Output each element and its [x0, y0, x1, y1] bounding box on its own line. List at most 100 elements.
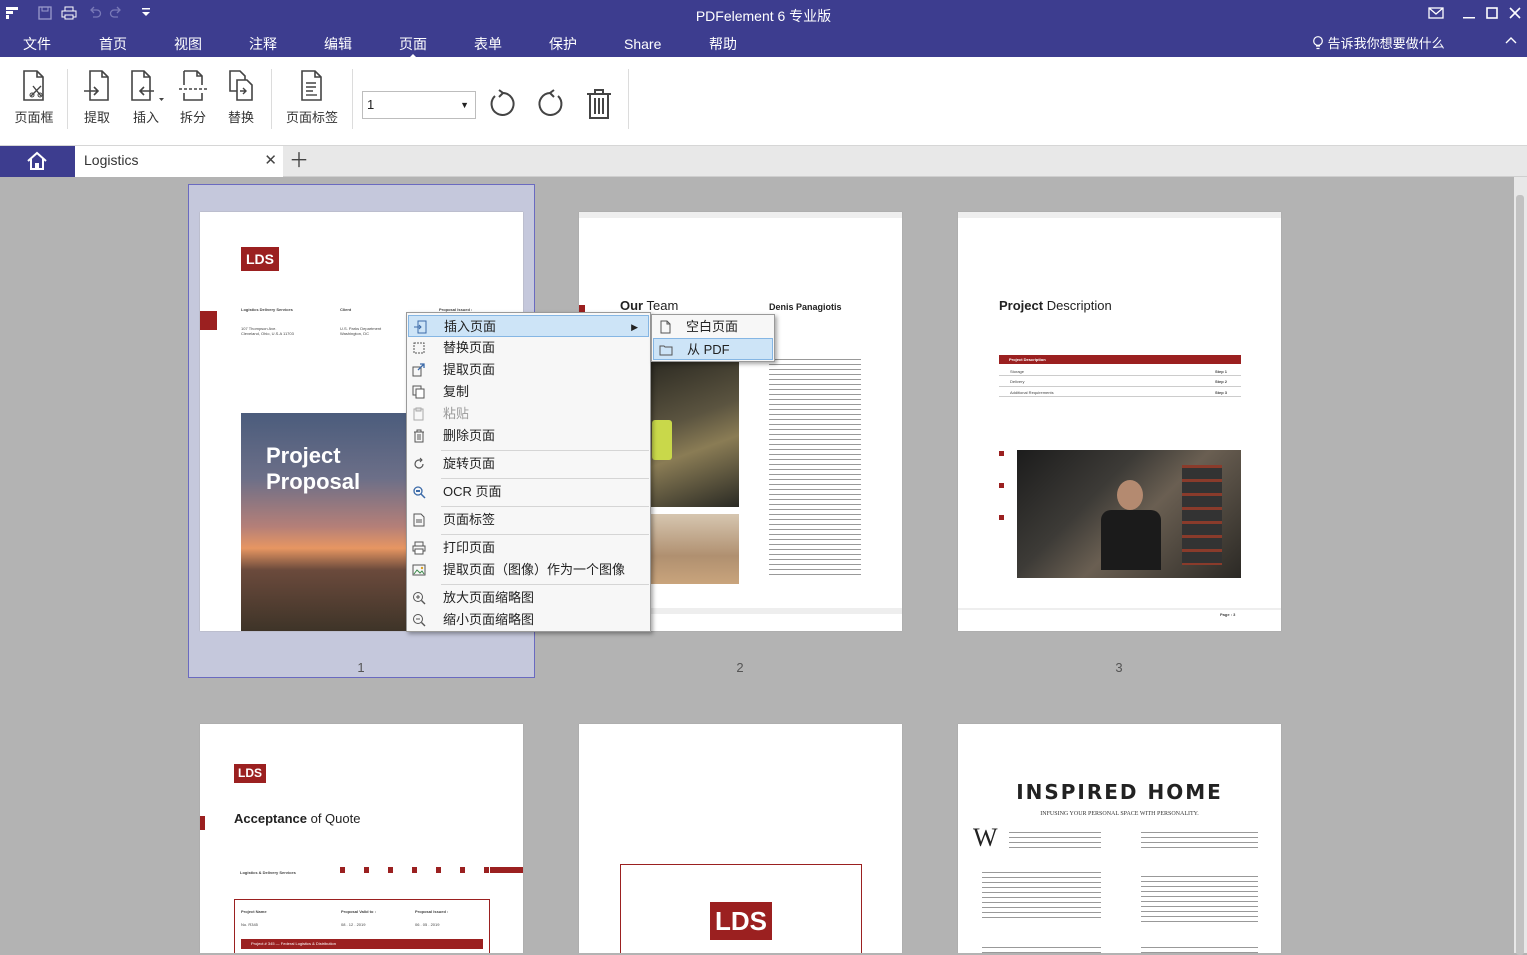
rotate-icon	[414, 457, 424, 469]
ctx-paste[interactable]: 粘贴	[408, 403, 649, 425]
chevron-down-icon: ▼	[460, 100, 469, 110]
cover-title: Project Proposal	[266, 443, 361, 494]
page-context-menu: 插入页面 ▶ 替换页面 提取页面 复制 粘贴 删除页面 旋转页面 OCR 页面 …	[406, 312, 651, 632]
undo-icon[interactable]	[87, 6, 103, 22]
page-label-icon	[301, 70, 322, 101]
print-icon[interactable]	[61, 6, 77, 22]
ctx-replace-page[interactable]: 替换页面	[408, 337, 649, 359]
redo-icon[interactable]	[108, 6, 124, 22]
document-tab[interactable]: Logistics ✕	[75, 146, 283, 177]
image-icon	[412, 564, 426, 576]
tell-me-search[interactable]: 告诉我你想要做什么	[1312, 33, 1445, 55]
folder-icon	[659, 345, 673, 356]
ctx-extract-as-image[interactable]: 提取页面（图像）作为一个图像	[408, 559, 649, 581]
print-icon	[412, 541, 426, 555]
page-thumbnail-5[interactable]: LDS	[579, 724, 902, 953]
rotate-left-icon	[490, 89, 515, 116]
ribbon-divider	[352, 69, 353, 129]
menu-page[interactable]: 页面	[399, 33, 427, 59]
ctx-zoom-out-thumbnail[interactable]: 缩小页面缩略图	[408, 609, 649, 631]
ocr-icon	[413, 486, 426, 499]
menu-divider	[441, 584, 649, 585]
replace-page-icon	[413, 342, 425, 354]
ribbon-divider	[67, 69, 68, 129]
rotate-right-button[interactable]	[533, 87, 567, 121]
insert-button[interactable]: 插入	[124, 69, 168, 139]
extract-page-icon	[412, 363, 425, 377]
blank-page-icon	[660, 320, 671, 334]
trash-icon	[587, 89, 611, 119]
page-heading: Acceptance of Quote	[234, 811, 361, 826]
app-logo-icon[interactable]	[4, 6, 20, 22]
lds-logo: LDS	[234, 764, 266, 783]
submenu-blank-page[interactable]: 空白页面	[653, 316, 773, 338]
insert-page-icon	[414, 320, 427, 334]
menu-help[interactable]: 帮助	[709, 33, 737, 55]
team-photo-1	[650, 360, 739, 507]
extract-icon	[84, 70, 109, 101]
page-thumbnail-6[interactable]: INSPIRED HOME INFUSING YOUR PERSONAL SPA…	[958, 724, 1281, 953]
ctx-extract-page[interactable]: 提取页面	[408, 359, 649, 381]
delete-page-button[interactable]	[582, 87, 616, 121]
close-tab-icon[interactable]: ✕	[264, 151, 277, 169]
page-label-button[interactable]: 页面标签	[284, 69, 340, 139]
ctx-delete-page[interactable]: 删除页面	[408, 425, 649, 447]
page-box-button[interactable]: 页面框	[10, 69, 58, 139]
ribbon-divider	[628, 69, 629, 129]
page-number-select[interactable]: 1 ▼	[362, 91, 476, 119]
lds-logo: LDS	[710, 902, 772, 940]
zoom-in-icon	[413, 592, 426, 605]
ctx-copy[interactable]: 复制	[408, 381, 649, 403]
page-box-icon	[23, 70, 44, 101]
ctx-page-label[interactable]: 页面标签	[408, 509, 649, 531]
menu-comment[interactable]: 注释	[249, 33, 277, 55]
ctx-ocr-page[interactable]: OCR 页面	[408, 481, 649, 503]
menu-protect[interactable]: 保护	[549, 33, 577, 55]
menu-view[interactable]: 视图	[174, 33, 202, 55]
split-icon	[179, 70, 207, 101]
tell-me-label: 告诉我你想要做什么	[1327, 36, 1445, 51]
zoom-out-icon	[413, 614, 426, 627]
menu-divider	[441, 450, 649, 451]
ctx-insert-page[interactable]: 插入页面 ▶	[408, 315, 649, 337]
menu-divider	[441, 534, 649, 535]
add-tab-icon[interactable]: ＋	[289, 150, 309, 172]
replace-icon	[229, 70, 253, 101]
page-thumbnail-4[interactable]: LDS Acceptance of Quote Logistics & Deli…	[200, 724, 523, 953]
scrollbar-thumb[interactable]	[1516, 195, 1524, 955]
accent-bar	[200, 311, 217, 330]
page-number-label: 1	[357, 660, 365, 675]
replace-button[interactable]: 替换	[224, 69, 258, 139]
paste-icon	[413, 407, 424, 421]
submenu-from-pdf[interactable]: 从 PDF	[653, 338, 773, 360]
page-thumbnail-3[interactable]: Project Description Project Description …	[958, 212, 1281, 631]
menu-bar: 文件 首页 视图 注释 编辑 页面 表单 保护 Share 帮助 告诉我你想要做…	[0, 30, 1527, 59]
menu-edit[interactable]: 编辑	[324, 33, 352, 55]
vertical-scrollbar[interactable]	[1514, 177, 1527, 955]
menu-home[interactable]: 首页	[99, 33, 127, 55]
menu-file[interactable]: 文件	[23, 33, 51, 55]
close-window-button[interactable]	[1502, 3, 1527, 27]
insert-page-submenu: 空白页面 从 PDF	[651, 314, 775, 362]
ctx-print-page[interactable]: 打印页面	[408, 537, 649, 559]
rotate-left-button[interactable]	[486, 87, 520, 121]
customize-toolbar-icon[interactable]	[138, 6, 154, 22]
collapse-ribbon-icon[interactable]	[1505, 33, 1517, 48]
trash-icon	[414, 429, 424, 443]
ribbon-divider	[271, 69, 272, 129]
extract-button[interactable]: 提取	[80, 69, 114, 139]
split-button[interactable]: 拆分	[176, 69, 210, 139]
submenu-arrow-icon: ▶	[631, 322, 638, 332]
ctx-rotate-page[interactable]: 旋转页面	[408, 453, 649, 475]
body-text	[769, 357, 861, 577]
home-tab[interactable]	[0, 146, 75, 177]
team-photo-2	[650, 514, 739, 584]
mail-icon[interactable]	[1423, 3, 1449, 27]
save-icon[interactable]	[37, 6, 53, 22]
lds-logo: LDS	[241, 247, 279, 271]
menu-share[interactable]: Share	[624, 33, 661, 55]
menu-form[interactable]: 表单	[474, 33, 502, 55]
worker-photo	[1017, 450, 1241, 578]
document-tab-bar: Logistics ✕ ＋	[0, 146, 1527, 177]
ctx-zoom-in-thumbnail[interactable]: 放大页面缩略图	[408, 587, 649, 609]
